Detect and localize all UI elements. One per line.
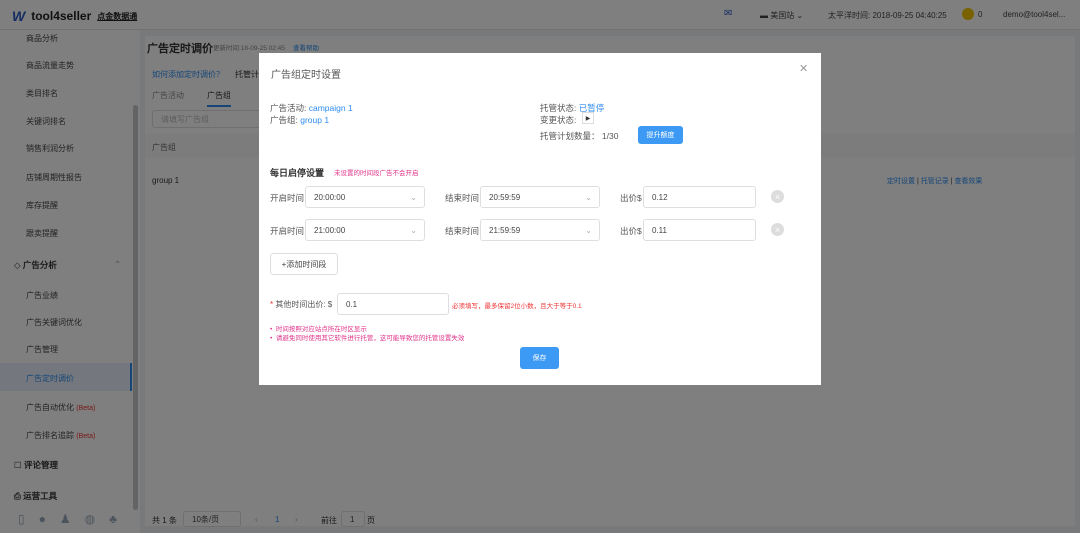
chevron-down-icon: ⌄ <box>410 226 417 235</box>
group-info: 广告组: group 1 <box>270 114 329 126</box>
bid-label: 出价$ <box>620 226 642 236</box>
save-button[interactable]: 保存 <box>520 347 559 369</box>
start-label: 开启时间 <box>270 193 305 203</box>
other-bid-hint: 必须填写，最多保留2位小数，且大于等于0.1 <box>452 303 582 310</box>
end-time-select[interactable]: 21:59:59 ⌄ <box>480 219 600 241</box>
plan-count: 1/30 <box>601 131 619 141</box>
upgrade-button[interactable]: 提升额度 <box>638 126 683 144</box>
other-bid-label: * 其他时间出价: $ <box>270 299 332 310</box>
chevron-down-icon: ⌄ <box>410 193 417 202</box>
section-title: 每日启停设置 <box>270 168 325 178</box>
note-text: 请避免同时使用其它软件进行托管，这可能导致您的托管设置失效 <box>275 335 465 342</box>
start-time-select[interactable]: 20:00:00 ⌄ <box>305 186 425 208</box>
change-status-label: 变更状态: <box>540 115 577 125</box>
chevron-down-icon: ⌄ <box>585 226 592 235</box>
plan-info: 托管计划数量： 1/30 <box>540 130 618 142</box>
close-icon[interactable]: ✕ <box>799 62 808 75</box>
end-label: 结束时间 <box>445 193 480 203</box>
add-time-slot-button[interactable]: +添加时间段 <box>270 253 338 275</box>
end-time-value: 21:59:59 <box>489 225 521 235</box>
start-time-select[interactable]: 21:00:00 ⌄ <box>305 219 425 241</box>
start-label: 开启时间 <box>270 226 305 236</box>
start-time-value: 20:00:00 <box>314 192 346 202</box>
remove-row-icon[interactable]: × <box>771 190 784 203</box>
campaign-label: 广告活动: <box>270 103 307 113</box>
other-bid-text: 其他时间出价: $ <box>275 300 333 309</box>
end-label: 结束时间 <box>445 226 480 236</box>
status-info: 托管状态: 已暂停 <box>540 102 604 114</box>
campaign-info: 广告活动: campaign 1 <box>270 102 353 114</box>
note-item: • 请避免同时使用其它软件进行托管，这可能导致您的托管设置失效 <box>270 335 465 342</box>
remove-row-icon[interactable]: × <box>771 223 784 236</box>
end-time-select[interactable]: 20:59:59 ⌄ <box>480 186 600 208</box>
other-bid-input[interactable]: 0.1 <box>337 293 449 315</box>
chevron-down-icon: ⌄ <box>585 193 592 202</box>
play-icon[interactable]: ▶ <box>582 112 594 124</box>
start-time-value: 21:00:00 <box>314 225 346 235</box>
status-label: 托管状态: <box>540 103 577 113</box>
section-note: 未设置的时间段广告不会开启 <box>334 170 419 177</box>
plan-label: 托管计划数量： <box>540 131 600 141</box>
bid-label: 出价$ <box>620 193 642 203</box>
modal-title: 广告组定时设置 <box>271 70 341 81</box>
group-link[interactable]: group 1 <box>300 115 329 125</box>
campaign-link[interactable]: campaign 1 <box>309 103 353 113</box>
schedule-modal: 广告组定时设置 ✕ 广告活动: campaign 1 广告组: group 1 … <box>259 53 821 385</box>
end-time-value: 20:59:59 <box>489 192 521 202</box>
bid-input[interactable]: 0.11 <box>643 219 756 241</box>
bid-input[interactable]: 0.12 <box>643 186 756 208</box>
group-label: 广告组: <box>270 115 298 125</box>
